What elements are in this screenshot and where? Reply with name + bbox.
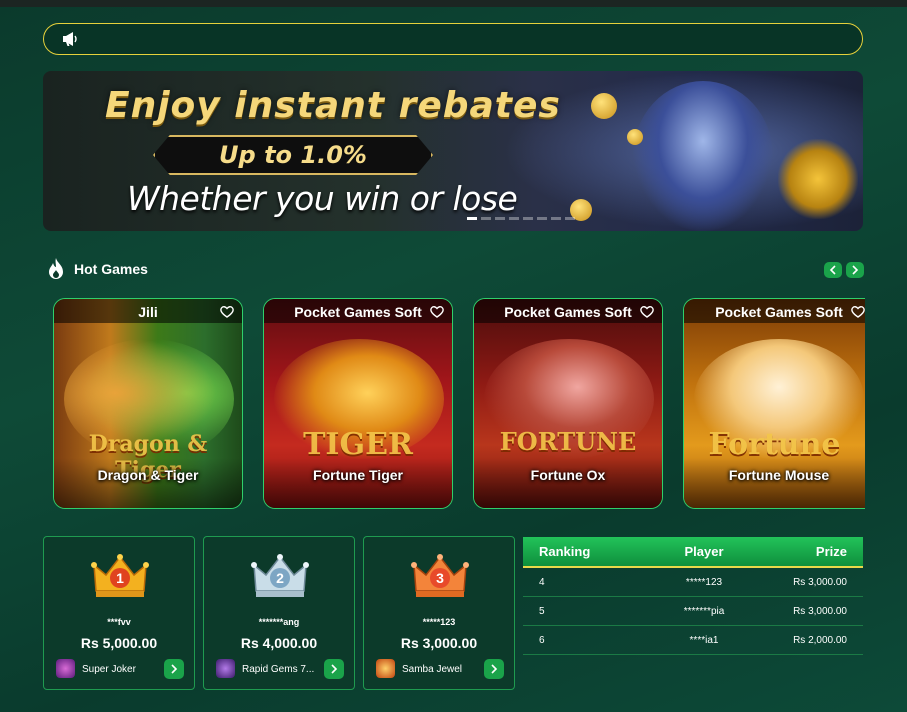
game-card-fortune-tiger[interactable]: TIGER Pocket Games Soft Fortune Tiger [263, 298, 453, 509]
ranking-table: Ranking Player Prize 4 *****123 Rs 3,000… [523, 537, 863, 655]
winner-game-name: Samba Jewel [402, 664, 463, 675]
hot-games-header: Hot Games [46, 257, 148, 281]
game-name: Dragon & Tiger [97, 467, 199, 483]
chevron-right-icon [852, 265, 859, 275]
favorite-heart-icon[interactable] [220, 305, 234, 318]
carousel-next-button[interactable] [846, 262, 864, 278]
play-game-button[interactable] [164, 659, 184, 679]
table-row: 4 *****123 Rs 3,000.00 [523, 568, 863, 597]
winner-game-name: Super Joker [82, 664, 136, 675]
silver-crown-2-icon: 2 [251, 554, 309, 597]
carousel-arrows [824, 262, 864, 278]
favorite-heart-icon[interactable] [430, 305, 444, 318]
player-cell: *****123 [685, 576, 723, 588]
prize-cell: Rs 3,000.00 [793, 605, 847, 617]
winner-game-name: Rapid Gems 7... [242, 664, 315, 675]
game-card-fortune-ox[interactable]: FORTUNE Pocket Games Soft Fortune Ox [473, 298, 663, 509]
game-logo-text: FORTUNE [499, 427, 637, 456]
rank-cell: 4 [539, 576, 545, 588]
header-ranking: Ranking [539, 544, 591, 559]
winner-amount: Rs 3,000.00 [400, 635, 478, 651]
hot-games-title: Hot Games [74, 261, 148, 277]
svg-text:3: 3 [436, 570, 444, 586]
pagination-dot[interactable] [467, 217, 477, 220]
chevron-right-icon [171, 664, 178, 674]
promo-banner[interactable]: Enjoy instant rebates Up to 1.0% Whether… [43, 71, 863, 231]
announcement-marquee[interactable] [43, 23, 863, 55]
rank-cell: 5 [539, 605, 545, 617]
game-logo-text: TIGER [303, 427, 413, 462]
game-provider: Jili [138, 304, 158, 320]
svg-text:2: 2 [276, 570, 284, 586]
chevron-left-icon [829, 265, 836, 275]
game-thumbnail-icon [376, 659, 395, 678]
banner-character-image [633, 81, 773, 231]
chevron-right-icon [331, 664, 338, 674]
pagination-dot[interactable] [509, 217, 519, 220]
game-name: Fortune Ox [530, 467, 606, 483]
header-prize: Prize [815, 544, 847, 559]
card-shade [474, 458, 662, 508]
winner-username: ***fvv [107, 617, 131, 627]
game-provider: Pocket Games Soft [715, 304, 843, 320]
pagination-dot[interactable] [481, 217, 491, 220]
banner-pill: Up to 1.0% [153, 135, 433, 175]
prize-cell: Rs 3,000.00 [793, 576, 847, 588]
treasure-chest-image [778, 139, 858, 219]
banner-pagination [467, 217, 575, 220]
chevron-right-icon [491, 664, 498, 674]
winner-amount: Rs 4,000.00 [240, 635, 318, 651]
play-game-button[interactable] [484, 659, 504, 679]
winner-amount: Rs 5,000.00 [80, 635, 158, 651]
banner-pill-text: Up to 1.0% [219, 141, 367, 169]
game-thumbnail-icon [216, 659, 235, 678]
rank-cell: 6 [539, 634, 545, 646]
table-row: 6 ****ia1 Rs 2,000.00 [523, 626, 863, 655]
winner-username: *****123 [422, 617, 456, 627]
favorite-heart-icon[interactable] [851, 305, 865, 318]
player-cell: ****ia1 [689, 634, 719, 646]
pagination-dot[interactable] [523, 217, 533, 220]
flame-icon [49, 258, 63, 279]
carousel-prev-button[interactable] [824, 262, 842, 278]
top-bar [0, 0, 907, 7]
game-provider: Pocket Games Soft [504, 304, 632, 320]
coin-image [591, 93, 617, 119]
winner-card-2: 2 *******ang Rs 4,000.00 Rapid Gems 7... [203, 536, 355, 690]
coin-image [627, 129, 643, 145]
pagination-dot[interactable] [495, 217, 505, 220]
header-player: Player [684, 544, 724, 559]
game-thumbnail-icon [56, 659, 75, 678]
winner-username: *******ang [258, 617, 300, 627]
pagination-dot[interactable] [537, 217, 547, 220]
game-name: Fortune Mouse [728, 467, 830, 483]
card-shade [54, 458, 242, 508]
pagination-dot[interactable] [565, 217, 575, 220]
favorite-heart-icon[interactable] [640, 305, 654, 318]
banner-subtitle: Whether you win or lose [127, 179, 518, 218]
card-shade [264, 458, 452, 508]
game-name: Fortune Tiger [313, 467, 403, 483]
play-game-button[interactable] [324, 659, 344, 679]
winner-card-1: 1 ***fvv Rs 5,000.00 Super Joker [43, 536, 195, 690]
game-card-dragon-tiger[interactable]: Dragon & Tiger Jili Dragon & Tiger [53, 298, 243, 509]
player-cell: *******pia [683, 605, 725, 617]
card-shade [684, 458, 865, 508]
gold-crown-1-icon: 1 [91, 554, 149, 597]
winner-card-3: 3 *****123 Rs 3,000.00 Samba Jewel [363, 536, 515, 690]
megaphone-icon [63, 32, 77, 46]
pagination-dot[interactable] [551, 217, 561, 220]
table-row: 5 *******pia Rs 3,000.00 [523, 597, 863, 626]
game-provider: Pocket Games Soft [294, 304, 422, 320]
prize-cell: Rs 2,000.00 [793, 634, 847, 646]
ranking-table-header: Ranking Player Prize [523, 537, 863, 568]
banner-title: Enjoy instant rebates [105, 85, 561, 126]
bronze-crown-3-icon: 3 [411, 554, 469, 597]
game-logo-text: Fortune [708, 427, 841, 462]
svg-text:1: 1 [116, 570, 124, 586]
game-card-fortune-mouse[interactable]: Fortune Pocket Games Soft Fortune Mouse [683, 298, 865, 509]
